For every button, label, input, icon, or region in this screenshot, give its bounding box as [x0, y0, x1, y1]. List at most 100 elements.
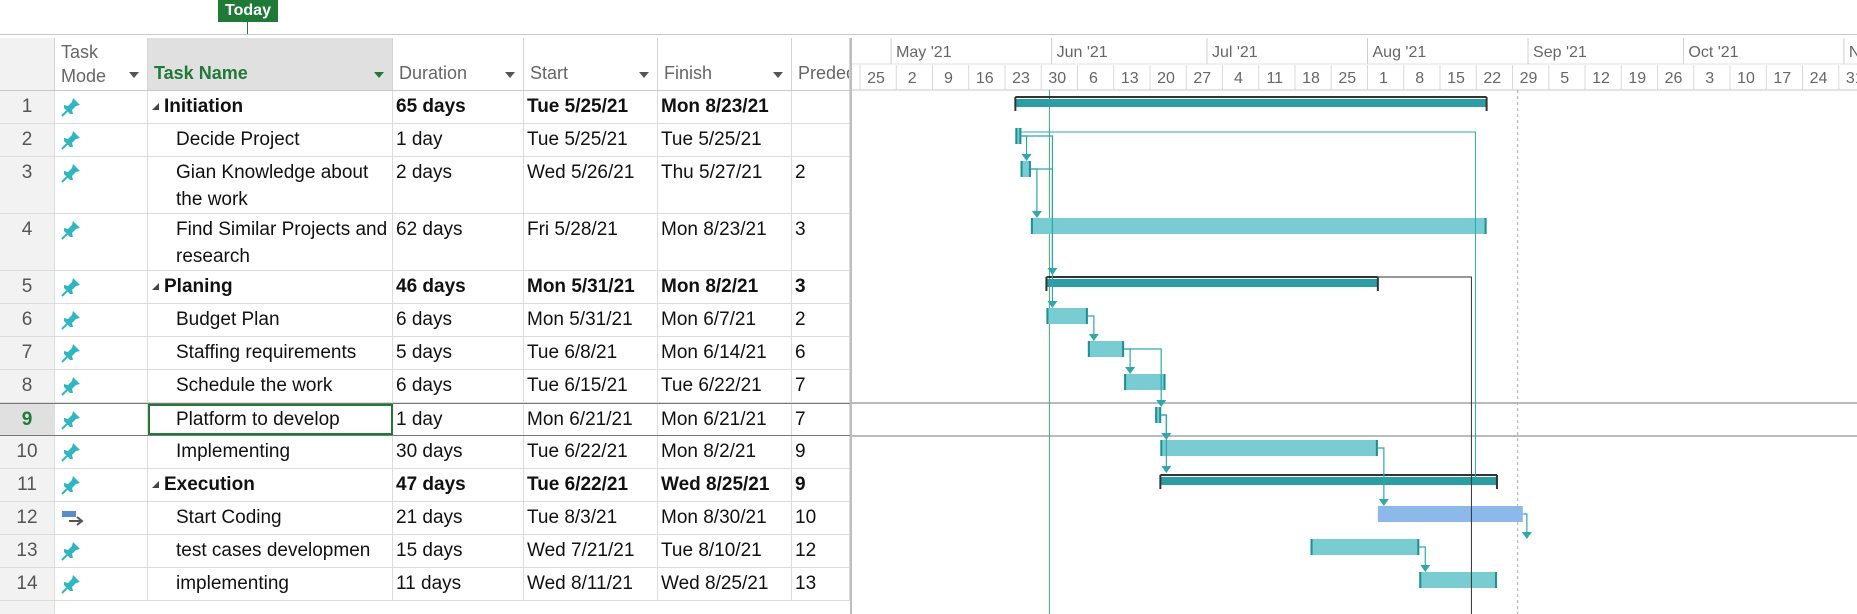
task-row[interactable]: 13 test cases developmen 15 days Wed 7/21/2…: [0, 535, 850, 568]
task-start-cell[interactable]: Tue 6/15/21: [524, 370, 658, 402]
task-name-cell[interactable]: test cases developmen: [148, 535, 393, 567]
task-row[interactable]: 1 Initiation 65 days Tue 5/25/21 Mon 8/23/21: [0, 91, 850, 124]
task-name-cell[interactable]: Staffing requirements: [148, 337, 393, 369]
task-start-cell[interactable]: Tue 8/3/21: [524, 502, 658, 534]
task-start-cell[interactable]: Wed 8/11/21: [524, 568, 658, 600]
task-row[interactable]: 10 Implementing 30 days Tue 6/22/21 Mon 8/2/…: [0, 436, 850, 469]
task-name-cell[interactable]: Initiation: [148, 91, 393, 123]
collapse-triangle-icon[interactable]: [152, 103, 159, 111]
column-header-predecessors[interactable]: Predec: [792, 38, 850, 90]
task-name-cell[interactable]: Schedule the work: [148, 370, 393, 402]
task-start-cell[interactable]: Fri 5/28/21: [524, 214, 658, 270]
task-finish-cell[interactable]: Mon 8/23/21: [658, 214, 792, 270]
row-number[interactable]: 10: [0, 436, 55, 468]
task-row[interactable]: 11 Execution 47 days Tue 6/22/21 Wed 8/25/21…: [0, 469, 850, 502]
task-mode-cell[interactable]: [55, 469, 148, 501]
task-predecessors-cell[interactable]: 3: [792, 271, 850, 303]
task-name-cell[interactable]: Budget Plan: [148, 304, 393, 336]
task-start-cell[interactable]: Mon 5/31/21: [524, 271, 658, 303]
task-name-cell[interactable]: Planing: [148, 271, 393, 303]
task-predecessors-cell[interactable]: 7: [792, 370, 850, 402]
task-mode-cell[interactable]: [55, 304, 148, 336]
task-finish-cell[interactable]: Wed 8/25/21: [658, 469, 792, 501]
task-mode-cell[interactable]: [55, 535, 148, 567]
task-start-cell[interactable]: Mon 5/31/21: [524, 304, 658, 336]
task-start-cell[interactable]: Tue 5/25/21: [524, 91, 658, 123]
task-duration-cell[interactable]: 65 days: [393, 91, 524, 123]
task-start-cell[interactable]: Tue 6/22/21: [524, 469, 658, 501]
task-row[interactable]: 6 Budget Plan 6 days Mon 5/31/21 Mon 6/7/21 2: [0, 304, 850, 337]
task-duration-cell[interactable]: 21 days: [393, 502, 524, 534]
row-number[interactable]: 5: [0, 271, 55, 303]
task-row[interactable]: 2 Decide Project 1 day Tue 5/25/21 Tue 5/25/…: [0, 124, 850, 157]
task-duration-cell[interactable]: 46 days: [393, 271, 524, 303]
task-finish-cell[interactable]: Mon 6/14/21: [658, 337, 792, 369]
filter-dropdown-icon[interactable]: [639, 72, 649, 78]
task-finish-cell[interactable]: Tue 8/10/21: [658, 535, 792, 567]
task-start-cell[interactable]: Mon 6/21/21: [524, 404, 658, 435]
task-duration-cell[interactable]: 15 days: [393, 535, 524, 567]
task-mode-cell[interactable]: [55, 502, 148, 534]
gantt-chart[interactable]: May '21 Jun '21 Jul '21 Aug '21 Sep '21 Oct '…: [852, 38, 1857, 614]
task-row[interactable]: 8 Schedule the work 6 days Tue 6/15/21 Tue 6…: [0, 370, 850, 403]
column-header-task-name[interactable]: Task Name: [148, 38, 393, 90]
task-finish-cell[interactable]: Thu 5/27/21: [658, 157, 792, 213]
row-number[interactable]: 3: [0, 157, 55, 213]
filter-dropdown-icon[interactable]: [505, 72, 515, 78]
task-predecessors-cell[interactable]: 10: [792, 502, 850, 534]
task-duration-cell[interactable]: 2 days: [393, 157, 524, 213]
filter-dropdown-icon[interactable]: [374, 72, 384, 78]
row-number[interactable]: 12: [0, 502, 55, 534]
task-name-cell[interactable]: Find Similar Projects and research: [148, 214, 393, 270]
task-predecessors-cell[interactable]: 9: [792, 436, 850, 468]
task-finish-cell[interactable]: Mon 6/7/21: [658, 304, 792, 336]
task-row-partial[interactable]: [0, 601, 850, 614]
task-duration-cell[interactable]: 62 days: [393, 214, 524, 270]
task-mode-cell[interactable]: [55, 436, 148, 468]
task-mode-cell[interactable]: [55, 337, 148, 369]
task-finish-cell[interactable]: Mon 8/23/21: [658, 91, 792, 123]
task-finish-cell[interactable]: Tue 5/25/21: [658, 124, 792, 156]
task-predecessors-cell[interactable]: 12: [792, 535, 850, 567]
row-number[interactable]: 11: [0, 469, 55, 501]
collapse-triangle-icon[interactable]: [152, 283, 159, 291]
task-row[interactable]: 3 Gian Knowledge about the work 2 days Wed …: [0, 157, 850, 214]
task-duration-cell[interactable]: 11 days: [393, 568, 524, 600]
timeline[interactable]: Today: [0, 0, 1857, 35]
row-number[interactable]: 7: [0, 337, 55, 369]
task-finish-cell[interactable]: Mon 8/2/21: [658, 436, 792, 468]
filter-dropdown-icon[interactable]: [773, 72, 783, 78]
column-header-finish[interactable]: Finish: [658, 38, 792, 90]
row-number-header[interactable]: [0, 38, 55, 90]
task-finish-cell[interactable]: Mon 8/2/21: [658, 271, 792, 303]
task-finish-cell[interactable]: Mon 8/30/21: [658, 502, 792, 534]
task-predecessors-cell[interactable]: 3: [792, 214, 850, 270]
row-number[interactable]: 14: [0, 568, 55, 600]
task-mode-cell[interactable]: [55, 404, 148, 435]
task-name-cell[interactable]: Start Coding: [148, 502, 393, 534]
task-name-cell[interactable]: Execution: [148, 469, 393, 501]
row-number[interactable]: 1: [0, 91, 55, 123]
task-finish-cell[interactable]: Mon 6/21/21: [658, 404, 792, 435]
task-row[interactable]: 7 Staffing requirements 5 days Tue 6/8/21 Mo…: [0, 337, 850, 370]
task-mode-cell[interactable]: [55, 124, 148, 156]
task-predecessors-cell[interactable]: 9: [792, 469, 850, 501]
row-number[interactable]: 13: [0, 535, 55, 567]
task-name-cell[interactable]: Decide Project: [148, 124, 393, 156]
task-mode-cell[interactable]: [55, 370, 148, 402]
task-mode-cell[interactable]: [55, 271, 148, 303]
collapse-triangle-icon[interactable]: [152, 481, 159, 489]
task-row[interactable]: 9 Platform to develop 1 day Mon 6/21/21 Mon …: [0, 403, 850, 436]
task-duration-cell[interactable]: 30 days: [393, 436, 524, 468]
column-header-task-mode[interactable]: Task Mode: [55, 38, 148, 90]
task-predecessors-cell[interactable]: 13: [792, 568, 850, 600]
task-duration-cell[interactable]: 5 days: [393, 337, 524, 369]
task-duration-cell[interactable]: 47 days: [393, 469, 524, 501]
task-name-cell[interactable]: Platform to develop: [148, 404, 393, 435]
filter-dropdown-icon[interactable]: [129, 72, 139, 78]
task-mode-cell[interactable]: [55, 214, 148, 270]
task-predecessors-cell[interactable]: [792, 124, 850, 156]
task-duration-cell[interactable]: 6 days: [393, 370, 524, 402]
task-name-cell[interactable]: Gian Knowledge about the work: [148, 157, 393, 213]
task-grid[interactable]: Task Mode Task Name Duration Start Finis…: [0, 38, 852, 614]
